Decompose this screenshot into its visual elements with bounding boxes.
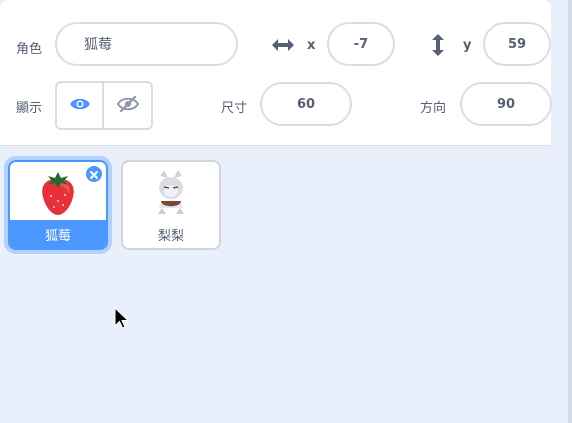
show-sprite-button[interactable] bbox=[55, 81, 104, 130]
size-input[interactable]: 60 bbox=[260, 82, 352, 126]
mouse-cursor-icon bbox=[114, 306, 130, 335]
y-label: y bbox=[463, 38, 472, 53]
hide-sprite-button[interactable] bbox=[104, 81, 153, 130]
direction-input[interactable]: 90 bbox=[460, 82, 552, 126]
y-position-icon bbox=[430, 32, 446, 58]
delete-sprite-button[interactable] bbox=[84, 164, 104, 184]
eye-icon bbox=[69, 96, 91, 115]
close-icon bbox=[89, 165, 99, 184]
size-label: 尺寸 bbox=[221, 101, 248, 116]
sprite-tile[interactable]: 梨梨 bbox=[121, 160, 221, 250]
window-edge bbox=[568, 0, 572, 423]
eye-slash-icon bbox=[116, 95, 139, 117]
y-input[interactable]: 59 bbox=[483, 22, 551, 66]
sprite-info-panel: 角色 狐莓 x -7 y 59 顯示 尺寸 60 方向 90 bbox=[0, 0, 552, 146]
show-label: 顯示 bbox=[16, 101, 43, 116]
sprite-tile-name: 梨梨 bbox=[157, 228, 184, 244]
direction-label: 方向 bbox=[420, 101, 447, 116]
sprite-tile-name: 狐莓 bbox=[10, 220, 106, 248]
sprite-label: 角色 bbox=[16, 42, 43, 57]
sprite-name-input[interactable]: 狐莓 bbox=[55, 22, 238, 66]
x-input[interactable]: -7 bbox=[327, 22, 395, 66]
x-position-icon bbox=[270, 35, 296, 55]
x-label: x bbox=[307, 38, 316, 53]
fox-character-thumbnail bbox=[123, 162, 219, 224]
